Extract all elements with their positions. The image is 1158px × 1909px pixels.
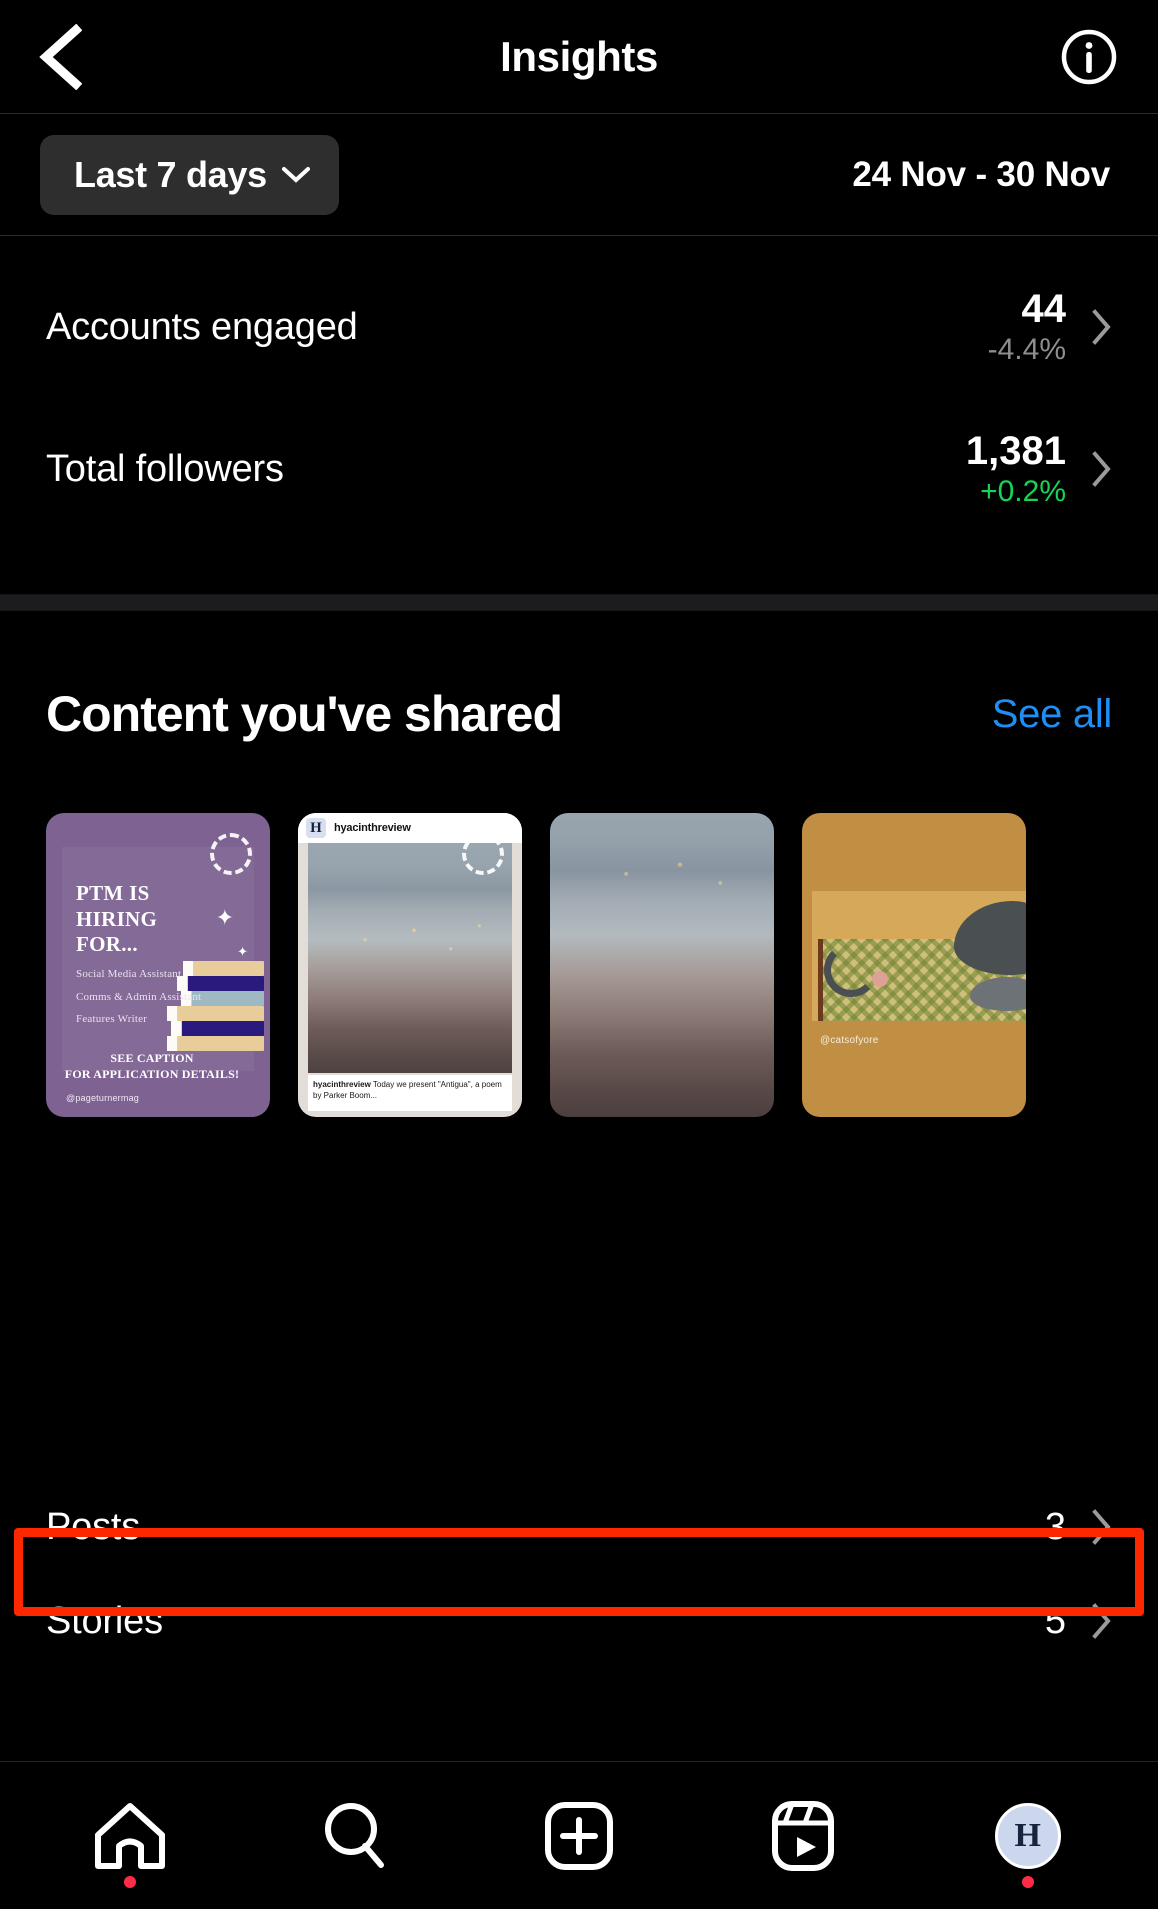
- search-icon: [324, 1802, 384, 1868]
- bottom-navigation-bar: H: [0, 1761, 1158, 1909]
- list-row-value: 3: [1044, 1505, 1066, 1548]
- chevron-left-icon: [39, 23, 82, 90]
- list-row-right-group: 5: [1045, 1600, 1112, 1643]
- chevron-right-icon: [1092, 451, 1111, 487]
- post-photo: [308, 843, 512, 1073]
- list-row-right-group: 3: [1045, 1506, 1112, 1549]
- info-button[interactable]: [1058, 26, 1120, 88]
- metric-values: 44 -4.4%: [988, 289, 1066, 366]
- chevron-right-icon: [1092, 1603, 1111, 1639]
- list-row-label: Stories: [46, 1599, 163, 1642]
- chevron-down-icon: [281, 166, 310, 183]
- date-range-selector-label: Last 7 days: [74, 153, 267, 195]
- metric-label: Accounts engaged: [46, 305, 358, 348]
- post-caption-author: hyacinthreview: [313, 1080, 371, 1089]
- content-type-list: Posts 3 Stories 5: [0, 1480, 1158, 1668]
- flyer-role: Features Writer: [76, 1013, 148, 1026]
- home-icon: [95, 1802, 166, 1869]
- profile-avatar-icon: H: [994, 1802, 1061, 1869]
- tab-create[interactable]: [514, 1786, 644, 1886]
- list-row-stories[interactable]: Stories 5: [0, 1574, 1158, 1668]
- content-card-post-preview[interactable]: H hyacinthreview hyacinthreview Today we…: [298, 813, 522, 1117]
- metric-values: 1,381 +0.2%: [966, 431, 1066, 508]
- tab-reels[interactable]: [738, 1786, 868, 1886]
- create-icon: [544, 1801, 613, 1870]
- tab-home[interactable]: [65, 1786, 195, 1888]
- chevron-right-icon: [1092, 309, 1111, 345]
- metric-right-group: 44 -4.4%: [988, 289, 1112, 366]
- date-range-text: 24 Nov - 30 Nov: [852, 154, 1110, 194]
- app-header: Insights: [0, 0, 1158, 114]
- content-card-photo[interactable]: [550, 813, 774, 1117]
- chevron-right-icon: [1092, 1509, 1111, 1545]
- content-section-title: Content you've shared: [46, 686, 563, 742]
- sparkle-icon: ✦: [215, 905, 234, 930]
- post-username: hyacinthreview: [334, 822, 411, 834]
- flyer-cta-line1: SEE CAPTION: [110, 1051, 194, 1065]
- date-filter-bar: Last 7 days 24 Nov - 30 Nov: [0, 114, 1158, 236]
- notification-dot: [1021, 1875, 1034, 1888]
- back-button[interactable]: [28, 21, 90, 93]
- see-all-link[interactable]: See all: [992, 692, 1113, 737]
- flyer-cta-line2: FOR APPLICATION DETAILS!: [64, 1067, 240, 1082]
- list-row-posts[interactable]: Posts 3: [0, 1480, 1158, 1574]
- content-card-cats[interactable]: @catsofyore: [802, 813, 1026, 1117]
- metric-row-accounts-engaged[interactable]: Accounts engaged 44 -4.4%: [46, 256, 1112, 398]
- yarn-ball: [872, 971, 888, 987]
- story-ring-icon: [210, 833, 252, 875]
- flyer-role-list: Social Media Assistant Comms & Admin Ass…: [76, 963, 201, 1031]
- list-row-label: Posts: [46, 1505, 141, 1548]
- metric-right-group: 1,381 +0.2%: [966, 431, 1112, 508]
- sparkle-icon: ✦: [237, 944, 248, 959]
- metric-label: Total followers: [46, 447, 284, 490]
- post-avatar-icon: H: [306, 818, 326, 838]
- flyer-role: Social Media Assistant: [76, 968, 182, 980]
- content-carousel[interactable]: ✦ ✦ PTM IS HIRING FOR... Social Media Assi…: [0, 813, 1158, 1123]
- metric-change: -4.4%: [987, 332, 1066, 366]
- insights-screen: Insights Last 7 days 24 Nov - 30 Nov Acc…: [0, 0, 1158, 1909]
- post-caption: hyacinthreview Today we present "Antigua…: [308, 1075, 512, 1111]
- date-range-selector[interactable]: Last 7 days: [40, 134, 339, 215]
- flyer-handle: @pageturnermag: [66, 1093, 139, 1103]
- story-ring-icon: [462, 833, 504, 875]
- metric-value: 1,381: [965, 428, 1066, 473]
- info-circle-icon: [1061, 29, 1117, 84]
- card-watermark: @catsofyore: [820, 1035, 879, 1046]
- page-title: Insights: [500, 32, 658, 80]
- tab-search[interactable]: [290, 1786, 420, 1886]
- section-divider: [0, 594, 1158, 611]
- cat-large: [954, 901, 1026, 975]
- flyer-cta: SEE CAPTION FOR APPLICATION DETAILS!: [46, 1050, 258, 1082]
- list-row-value: 5: [1044, 1599, 1066, 1642]
- flyer-heading: PTM IS HIRING FOR...: [76, 881, 158, 957]
- content-card-hiring-flyer[interactable]: ✦ ✦ PTM IS HIRING FOR... Social Media Assi…: [46, 813, 270, 1117]
- notification-dot: [124, 1875, 137, 1888]
- metric-value: 44: [1021, 286, 1067, 331]
- metric-row-total-followers[interactable]: Total followers 1,381 +0.2%: [46, 398, 1112, 540]
- flyer-role: Comms & Admin Assistant: [76, 990, 202, 1003]
- metrics-list: Accounts engaged 44 -4.4% Total follower…: [0, 256, 1158, 540]
- cat-artwork: [812, 891, 1026, 1021]
- reels-icon: [772, 1800, 835, 1871]
- content-section-header: Content you've shared See all: [0, 685, 1158, 743]
- metric-change: +0.2%: [980, 474, 1066, 508]
- cat-tail: [824, 943, 878, 997]
- tab-profile[interactable]: H: [963, 1786, 1093, 1888]
